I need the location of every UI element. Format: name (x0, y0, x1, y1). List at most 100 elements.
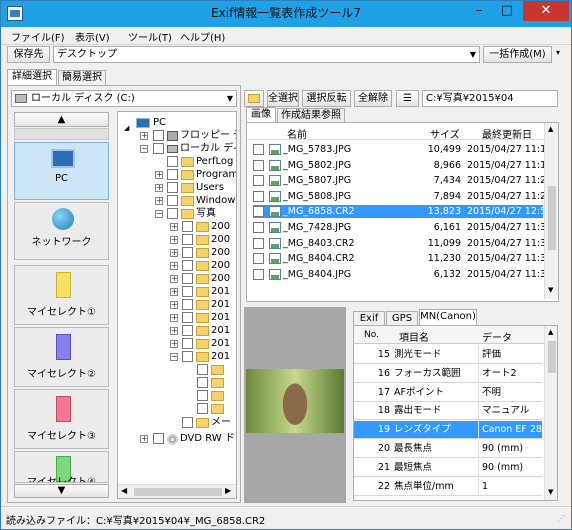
property-row[interactable]: 16 フォーカス範囲 オート2 (354, 364, 542, 383)
header-no[interactable]: No. (364, 330, 379, 340)
scroll-down-icon[interactable]: ▼ (548, 286, 553, 294)
row-checkbox[interactable] (253, 190, 264, 202)
property-vscrollbar[interactable]: ▲ ▼ (544, 326, 557, 500)
tree-checkbox[interactable] (197, 364, 208, 375)
tree-checkbox[interactable] (167, 208, 178, 219)
table-row[interactable]: _MG_5808.JPG 7,894 2015/04/27 11:2 (253, 190, 546, 203)
header-size[interactable]: サイズ (430, 126, 460, 141)
scroll-thumb[interactable] (548, 186, 556, 250)
collapse-icon[interactable]: − (170, 353, 178, 361)
collapse-icon[interactable]: − (155, 210, 163, 218)
tab-mn-canon[interactable]: MN(Canon) (419, 309, 477, 325)
tree-checkbox[interactable] (182, 351, 193, 362)
expand-icon[interactable]: + (155, 184, 163, 192)
tree-checkbox[interactable] (182, 417, 193, 428)
expand-icon[interactable]: + (170, 301, 178, 309)
nav-scroll-down-button[interactable]: ▼ (14, 484, 109, 498)
nav-myselect-4-button[interactable]: マイセレクト④ (14, 451, 109, 483)
expand-icon[interactable]: + (170, 314, 178, 322)
header-name[interactable]: 名前 (287, 126, 307, 141)
expand-icon[interactable]: + (170, 340, 178, 348)
table-row[interactable]: _MG_5783.JPG 10,499 2015/04/27 11:1 (253, 143, 546, 156)
property-row[interactable]: 17 AFポイント 不明 (354, 383, 542, 402)
tree-node-dvd[interactable]: + DVD RW ド (118, 431, 236, 447)
row-checkbox[interactable] (253, 268, 264, 280)
expand-icon[interactable]: + (170, 288, 178, 296)
tree-checkbox[interactable] (182, 234, 193, 245)
expand-icon[interactable]: + (170, 275, 178, 283)
tree-checkbox[interactable] (167, 195, 178, 206)
tab-exif[interactable]: Exif (353, 311, 385, 325)
resize-grip-icon[interactable]: ⋰ (557, 514, 565, 523)
tree-checkbox[interactable] (182, 338, 193, 349)
table-row[interactable]: _MG_5807.JPG 7,434 2015/04/27 11:2 (253, 174, 546, 187)
expand-icon[interactable]: + (140, 435, 148, 443)
tree-checkbox[interactable] (153, 143, 164, 154)
header-data[interactable]: データ (482, 329, 512, 344)
menu-tools[interactable]: ツール(T) (128, 29, 172, 44)
nav-scroll-up-button[interactable]: ▲ (14, 112, 109, 127)
property-row[interactable]: 19 レンズタイプ Canon EF 28-7 (354, 421, 544, 440)
table-row[interactable]: _MG_8404.JPG 6,132 2015/04/27 11:3 (253, 268, 546, 281)
tree-checkbox[interactable] (182, 247, 193, 258)
property-row[interactable]: 21 最短焦点 90 (mm) (354, 458, 542, 477)
scroll-thumb[interactable] (548, 341, 556, 373)
tree-checkbox[interactable] (182, 221, 193, 232)
nav-myselect-3-button[interactable]: マイセレクト③ (14, 389, 109, 449)
folder-up-button[interactable] (244, 90, 264, 107)
menu-help[interactable]: ヘルプ(H) (180, 29, 225, 44)
table-row[interactable]: _MG_8403.CR2 11,099 2015/04/27 11:3 (253, 237, 546, 250)
expand-icon[interactable]: + (170, 249, 178, 257)
table-row[interactable]: _MG_7428.JPG 6,161 2015/04/27 11:3 (253, 221, 546, 234)
scroll-up-icon[interactable]: ▲ (548, 328, 553, 336)
invert-selection-button[interactable]: 選択反転 (302, 90, 351, 107)
expand-icon[interactable]: + (155, 171, 163, 179)
save-location-button[interactable]: 保存先 (7, 46, 50, 63)
batch-create-button[interactable]: 一括作成(M) (483, 46, 552, 63)
tree-hscrollbar[interactable]: ◀ ▶ (118, 484, 236, 498)
menu-view[interactable]: 表示(V) (75, 29, 110, 44)
close-icon[interactable]: ✕ (523, 1, 569, 21)
property-row[interactable]: 18 露出モード マニュアル (354, 402, 542, 421)
table-row[interactable]: _MG_8404.CR2 11,230 2015/04/27 11:3 (253, 252, 546, 265)
file-list-vscrollbar[interactable]: ▲ ▼ (544, 123, 558, 299)
row-checkbox[interactable] (253, 144, 264, 155)
save-path-select[interactable]: デスクトップ ▼ (53, 46, 480, 63)
row-checkbox[interactable] (253, 237, 264, 249)
clear-selection-button[interactable]: 全解除 (354, 90, 392, 107)
nav-network-button[interactable]: ネットワーク (14, 202, 109, 260)
tree-checkbox[interactable] (182, 273, 193, 284)
scroll-right-icon[interactable]: ▶ (225, 486, 231, 495)
row-checkbox[interactable] (253, 159, 264, 171)
expand-icon[interactable]: + (170, 327, 178, 335)
tab-gps[interactable]: GPS (386, 311, 418, 325)
tree-checkbox[interactable] (197, 403, 208, 414)
tree-checkbox[interactable] (197, 377, 208, 388)
tree-checkbox[interactable] (167, 182, 178, 193)
row-checkbox[interactable] (253, 175, 264, 187)
scroll-thumb[interactable] (134, 488, 222, 496)
minimize-icon[interactable]: – (465, 1, 493, 21)
tree-checkbox[interactable] (167, 169, 178, 180)
tab-images[interactable]: 画像 (246, 107, 276, 122)
tree-checkbox[interactable] (197, 390, 208, 401)
row-checkbox[interactable] (253, 222, 264, 233)
tree-checkbox[interactable] (167, 156, 178, 167)
tree-checkbox[interactable] (153, 130, 164, 141)
tab-results[interactable]: 作成結果参照 (277, 108, 345, 122)
tree-checkbox[interactable] (182, 325, 193, 336)
scroll-left-icon[interactable]: ◀ (121, 486, 127, 495)
property-row[interactable]: 22 焦点単位/mm 1 (354, 477, 542, 496)
nav-myselect-2-button[interactable]: マイセレクト② (14, 327, 109, 387)
property-row[interactable]: 20 最長焦点 90 (mm) (354, 440, 542, 458)
tree-checkbox[interactable] (182, 286, 193, 297)
table-row[interactable]: _MG_5802.JPG 8,966 2015/04/27 11:1 (253, 159, 546, 172)
dropdown-arrow-icon[interactable]: ▾ (556, 48, 560, 57)
tab-detail-select[interactable]: 詳細選択 (7, 69, 57, 85)
expand-icon[interactable]: + (170, 236, 178, 244)
expand-icon[interactable]: + (140, 132, 148, 140)
expand-icon[interactable]: + (155, 197, 163, 205)
tab-simple-select[interactable]: 簡易選択 (58, 70, 106, 85)
tree-checkbox[interactable] (182, 299, 193, 310)
list-view-button[interactable]: ☰ (396, 90, 419, 107)
